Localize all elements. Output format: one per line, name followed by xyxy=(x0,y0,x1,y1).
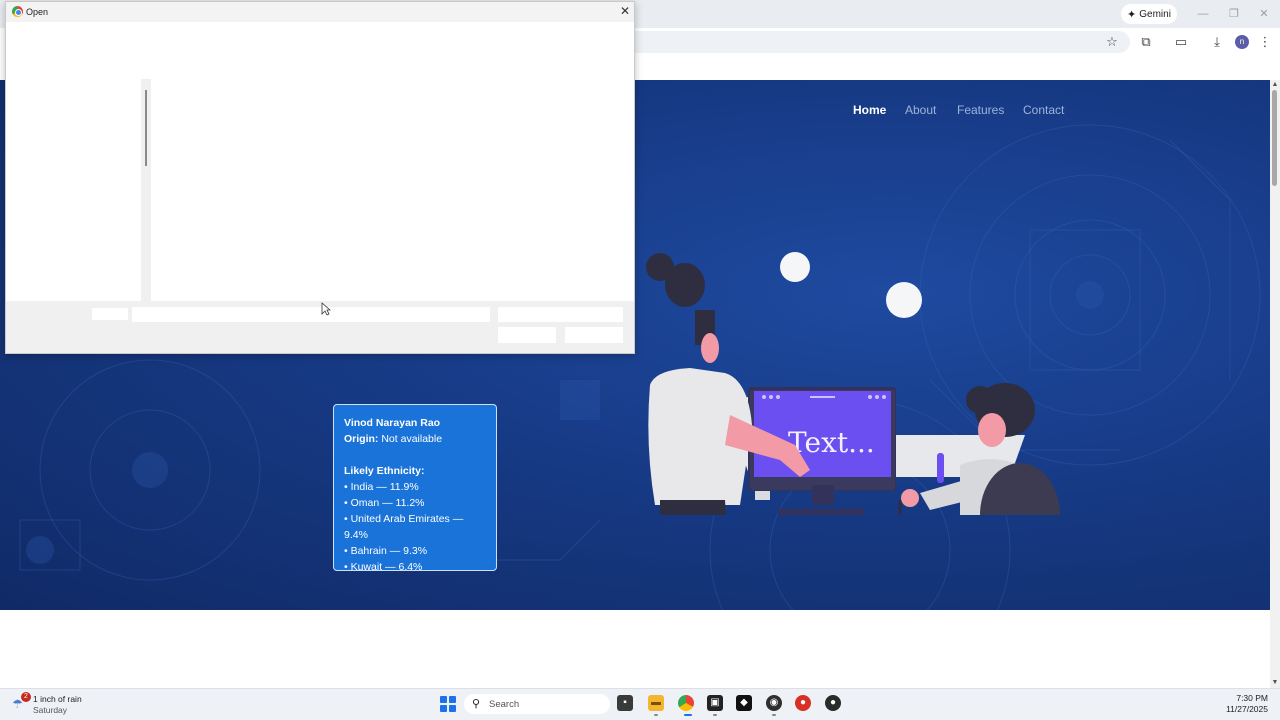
start-windows-icon[interactable] xyxy=(440,696,456,712)
chrome-taskbar-icon[interactable] xyxy=(678,695,694,711)
close-window-icon[interactable]: ✕ xyxy=(1256,6,1272,22)
weather-summary: 1 inch of rain xyxy=(33,694,82,704)
reading-mode-icon[interactable]: ▭ xyxy=(1173,34,1189,50)
chrome-icon xyxy=(12,6,23,17)
profile-avatar[interactable]: n xyxy=(1235,35,1249,49)
dialog-footer xyxy=(6,301,634,353)
mouse-pointer-icon xyxy=(321,302,331,316)
origin-line: Origin: Not available xyxy=(344,431,486,447)
page-scrollbar-thumb[interactable] xyxy=(1272,90,1277,186)
screen: ✦ Gemini — ❐ ✕ ☆ ⧉ ▭ ⤓ n ⋮ Text... Home … xyxy=(0,0,1280,720)
nav-home-link[interactable]: Home xyxy=(853,103,886,117)
ethnicity-heading: Likely Ethnicity: xyxy=(344,465,425,477)
card-spacer xyxy=(344,447,486,463)
nav-about-link[interactable]: About xyxy=(905,103,936,117)
nav-contact-link[interactable]: Contact xyxy=(1023,103,1064,117)
gemini-label: Gemini xyxy=(1139,8,1171,20)
monitor-text: Text... xyxy=(788,426,875,459)
dialog-title-bar[interactable]: Open ✕ xyxy=(6,2,634,22)
download-icon[interactable]: ⤓ xyxy=(1209,34,1225,50)
running-indicator xyxy=(713,714,717,716)
ethnicity-info-card: Vinod Narayan Rao Origin: Not available … xyxy=(333,404,497,573)
clock-date: 11/27/2025 xyxy=(1226,704,1268,714)
running-indicator xyxy=(654,714,658,716)
ethnicity-item: • United Arab Emirates — 9.4% xyxy=(344,513,464,541)
gemini-button[interactable]: ✦ Gemini xyxy=(1121,4,1177,24)
decor-circle xyxy=(886,282,922,318)
extensions-icon[interactable]: ⧉ xyxy=(1138,34,1154,50)
nav-features-link[interactable]: Features xyxy=(957,103,1004,117)
file-name-input[interactable] xyxy=(132,307,490,322)
bookmark-star-icon[interactable]: ☆ xyxy=(1104,34,1120,50)
dialog-file-list[interactable] xyxy=(151,22,634,301)
ethnicity-item: • Oman — 11.2% xyxy=(344,497,425,509)
origin-value: Not available xyxy=(381,433,443,445)
cancel-button[interactable] xyxy=(565,327,623,343)
dialog-close-icon[interactable]: ✕ xyxy=(618,4,632,18)
weather-day: Saturday xyxy=(33,705,68,715)
app-icon-globe[interactable]: ◉ xyxy=(766,695,782,711)
team-illustration: Text... xyxy=(646,252,1060,515)
open-file-dialog: Open ✕ xyxy=(5,1,635,354)
page-content-below-hero xyxy=(0,610,1270,688)
gemini-sparkle-icon: ✦ xyxy=(1127,8,1137,21)
ethnicity-item: • Bahrain — 9.3% xyxy=(344,545,428,557)
minimize-icon[interactable]: — xyxy=(1195,6,1211,22)
origin-label: Origin: xyxy=(344,433,379,445)
task-view-icon[interactable]: ▪ xyxy=(617,695,633,711)
dialog-pane-scroll-thumb[interactable] xyxy=(145,90,147,166)
dialog-title: Open xyxy=(26,7,49,17)
app-icon-terminal[interactable]: ▣ xyxy=(707,695,723,711)
file-type-select[interactable] xyxy=(498,307,623,322)
notification-badge: 2 xyxy=(21,692,31,702)
scroll-up-arrow-icon[interactable]: ▲ xyxy=(1270,80,1280,90)
running-indicator xyxy=(772,714,776,716)
browser-menu-icon[interactable]: ⋮ xyxy=(1257,34,1273,50)
dialog-navigation-pane[interactable] xyxy=(6,22,141,301)
system-clock[interactable]: 7:30 PM 11/27/2025 xyxy=(1208,693,1268,715)
active-indicator xyxy=(684,714,692,716)
scroll-down-arrow-icon[interactable]: ▼ xyxy=(1270,678,1280,688)
search-placeholder: Search xyxy=(489,699,520,710)
app-icon-store[interactable]: ◆ xyxy=(736,695,752,711)
file-name-label-placeholder xyxy=(92,308,128,320)
taskbar-search-box[interactable]: ⚲ Search xyxy=(464,694,610,714)
app-icon-dark[interactable]: ● xyxy=(825,695,841,711)
taskbar xyxy=(0,688,1280,720)
clock-time: 7:30 PM xyxy=(1236,693,1268,703)
file-explorer-icon[interactable]: ▬ xyxy=(648,695,664,711)
person-name: Vinod Narayan Rao xyxy=(344,417,441,429)
weather-widget[interactable]: ☂ 2 1 inch of rain Saturday xyxy=(12,692,102,716)
decor-circle xyxy=(780,252,810,282)
restore-icon[interactable]: ❐ xyxy=(1226,6,1242,22)
open-button[interactable] xyxy=(498,327,556,343)
ethnicity-item: • Kuwait — 6.4% xyxy=(344,561,423,573)
app-icon-red[interactable]: ● xyxy=(795,695,811,711)
ethnicity-item: • India — 11.9% xyxy=(344,481,419,493)
search-icon: ⚲ xyxy=(472,698,481,710)
address-bar[interactable] xyxy=(630,31,1130,53)
